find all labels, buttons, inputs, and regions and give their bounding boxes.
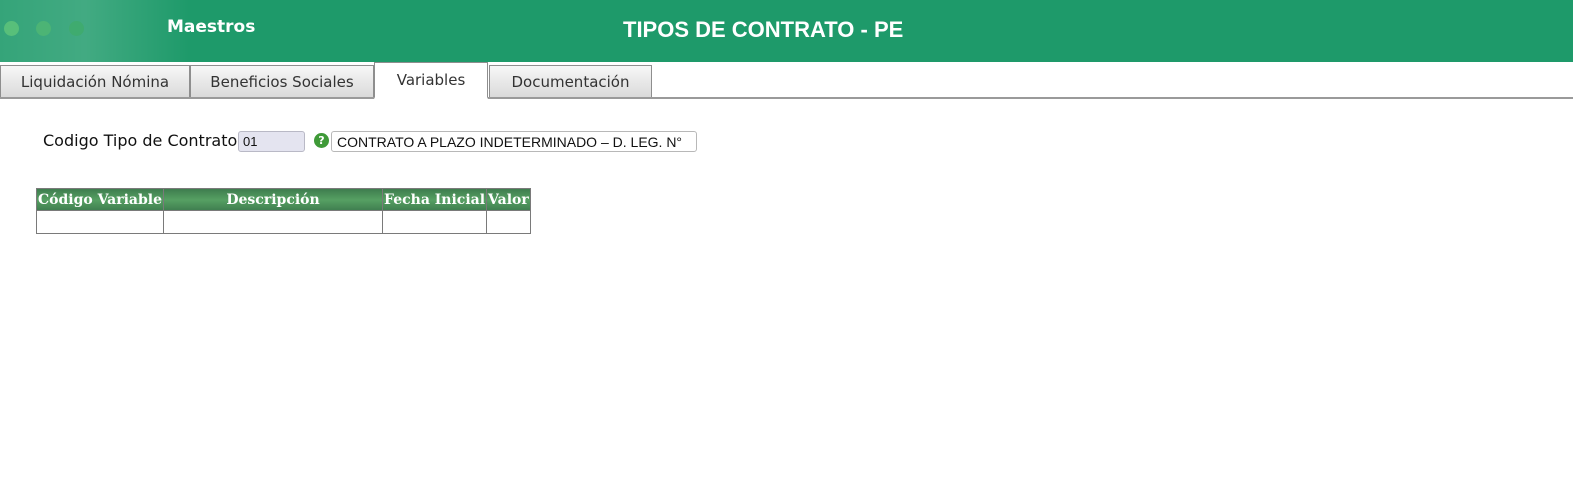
table-header-row: Código Variable Descripción Fecha Inicia… — [35, 188, 531, 211]
window-dot-icon[interactable] — [4, 21, 19, 36]
app-name: Maestros — [167, 17, 256, 37]
table-cell[interactable] — [486, 210, 531, 234]
column-header-fecha-inicial[interactable]: Fecha Inicial — [382, 188, 488, 211]
contract-type-label: Codigo Tipo de Contrato: — [43, 131, 243, 150]
tab-bar: Liquidación Nómina Beneficios Sociales V… — [0, 62, 1573, 99]
table-cell[interactable] — [35, 210, 165, 234]
column-header-descripcion[interactable]: Descripción — [163, 188, 384, 211]
contract-code-input[interactable] — [238, 131, 305, 152]
table-row[interactable] — [35, 210, 531, 234]
tab-liquidacion-nomina[interactable]: Liquidación Nómina — [0, 65, 190, 98]
question-circle-icon[interactable]: ? — [314, 133, 329, 148]
tab-documentacion[interactable]: Documentación — [489, 65, 652, 98]
tab-beneficios-sociales[interactable]: Beneficios Sociales — [190, 65, 374, 98]
variables-table: Código Variable Descripción Fecha Inicia… — [35, 188, 531, 234]
column-header-codigo-variable[interactable]: Código Variable — [35, 188, 165, 211]
tab-divider — [0, 97, 1573, 99]
column-header-valor[interactable]: Valor — [486, 188, 531, 211]
page-title: TIPOS DE CONTRATO - PE — [623, 17, 904, 42]
header-glow — [0, 0, 190, 62]
table-cell[interactable] — [163, 210, 384, 234]
tab-variables[interactable]: Variables — [374, 62, 488, 99]
table-cell[interactable] — [382, 210, 488, 234]
window-dot-icon[interactable] — [69, 21, 84, 36]
app-header: Maestros TIPOS DE CONTRATO - PE — [0, 0, 1573, 62]
window-dot-icon[interactable] — [36, 21, 51, 36]
contract-description-field[interactable]: CONTRATO A PLAZO INDETERMINADO – D. LEG.… — [331, 131, 697, 152]
